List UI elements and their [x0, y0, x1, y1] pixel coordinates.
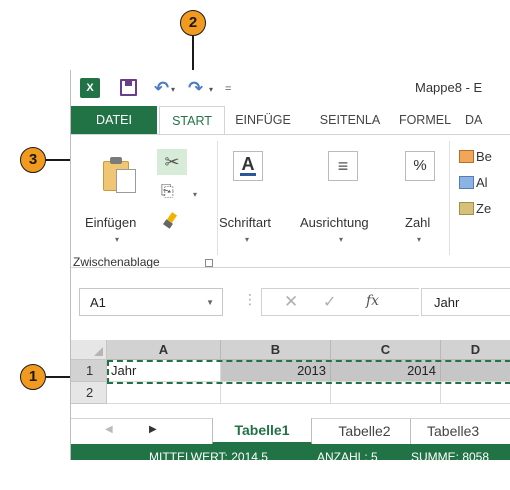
font-icon[interactable]: A — [233, 151, 263, 181]
cell-d1[interactable] — [441, 360, 510, 382]
enter-check-icon[interactable]: ✓ — [323, 292, 336, 312]
cell-b2[interactable] — [221, 382, 331, 404]
excel-window: X ↶ ▾ ↷ ▾ = Mappe8 - E DATEI START EINFÜ… — [70, 70, 510, 460]
title-bar: X ↶ ▾ ↷ ▾ = Mappe8 - E — [71, 70, 510, 106]
cell-d2[interactable] — [441, 382, 510, 404]
sheet-tab-tabelle1[interactable]: Tabelle1 — [212, 418, 312, 445]
number-format-icon[interactable]: % — [405, 151, 435, 181]
styles-item-label: Ze — [476, 201, 492, 216]
callout-3: 3 — [20, 147, 46, 173]
row-header-2[interactable]: 2 — [71, 382, 107, 404]
formula-input[interactable]: Jahr — [421, 288, 510, 316]
cell-c1[interactable]: 2014 — [331, 360, 441, 382]
ribbon: Einfügen ▾ ✂ ⎘ ▾ Zwischenablage A Schrif… — [71, 134, 510, 269]
clipboard-launcher-icon[interactable] — [205, 259, 213, 267]
ribbon-tabs: DATEI START EINFÜGE SEITENLA FORMEL DA — [71, 106, 510, 135]
ribbon-separator — [217, 141, 218, 255]
cell-a1[interactable]: Jahr — [107, 360, 221, 382]
alignment-button-label[interactable]: Ausrichtung — [300, 215, 369, 230]
paste-button-label[interactable]: Einfügen — [85, 215, 136, 230]
customize-toolbar-icon[interactable]: = — [225, 80, 231, 98]
redo-icon[interactable]: ↷ — [188, 79, 203, 97]
copy-dropdown-icon[interactable]: ▾ — [193, 190, 197, 199]
column-header-c[interactable]: C — [331, 340, 441, 360]
clipboard-group-label: Zwischenablage — [73, 255, 160, 269]
chevron-down-icon[interactable]: ▼ — [206, 298, 214, 307]
styles-item-label: Al — [476, 175, 488, 190]
sheet-tab-tabelle3[interactable]: Tabelle3 — [415, 419, 510, 445]
save-icon[interactable] — [120, 79, 137, 96]
row-header-1[interactable]: 1 — [71, 360, 107, 382]
worksheet-grid: A B C D 1 Jahr 2013 2014 2 — [71, 332, 510, 418]
copy-icon[interactable]: ⎘ — [161, 183, 174, 201]
window-title: Mappe8 - E — [415, 80, 483, 95]
sheet-tab-tabelle2[interactable]: Tabelle2 — [319, 419, 411, 445]
format-painter-icon[interactable] — [163, 213, 179, 229]
number-dropdown-icon[interactable]: ▾ — [417, 235, 421, 244]
formula-bar: A1 ▼ ⋮ ✕ ✓ fx Jahr — [71, 268, 510, 332]
alignment-icon[interactable]: ≡ — [328, 151, 358, 181]
name-box[interactable]: A1 ▼ — [79, 288, 223, 316]
paste-icon[interactable] — [103, 155, 137, 193]
cut-icon[interactable]: ✂ — [157, 149, 187, 175]
undo-dropdown-icon[interactable]: ▾ — [171, 81, 175, 99]
number-button-label[interactable]: Zahl — [405, 215, 430, 230]
formula-bar-resize-handle[interactable]: ⋮ — [243, 291, 257, 308]
tab-file[interactable]: DATEI — [71, 106, 157, 134]
status-average[interactable]: MITTELWERT: 2014,5 — [149, 450, 268, 460]
tab-data[interactable]: DA — [465, 106, 505, 134]
tab-start[interactable]: START — [159, 106, 225, 135]
cell-c2[interactable] — [331, 382, 441, 404]
format-as-table-button[interactable]: Al — [459, 173, 492, 199]
name-box-value: A1 — [90, 295, 106, 310]
cell-b1[interactable]: 2013 — [221, 360, 331, 382]
conditional-formatting-icon — [459, 150, 474, 163]
cancel-icon[interactable]: ✕ — [284, 292, 298, 312]
callout-2: 2 — [180, 10, 206, 36]
status-sum[interactable]: SUMME: 8058 — [411, 450, 489, 460]
status-count[interactable]: ANZAHL: 5 — [317, 450, 378, 460]
paste-dropdown-icon[interactable]: ▾ — [115, 235, 119, 244]
status-bar: MITTELWERT: 2014,5 ANZAHL: 5 SUMME: 8058 — [71, 444, 510, 460]
alignment-dropdown-icon[interactable]: ▾ — [339, 235, 343, 244]
select-all-button[interactable] — [71, 340, 107, 360]
ribbon-separator — [449, 141, 450, 255]
cell-a2[interactable] — [107, 382, 221, 404]
cell-styles-button[interactable]: Ze — [459, 199, 492, 225]
font-dropdown-icon[interactable]: ▾ — [245, 235, 249, 244]
redo-dropdown-icon[interactable]: ▾ — [209, 81, 213, 99]
tab-insert[interactable]: EINFÜGE — [227, 106, 299, 134]
callout-1: 1 — [20, 364, 46, 390]
tab-page-layout[interactable]: SEITENLA — [309, 106, 391, 134]
column-header-d[interactable]: D — [441, 340, 510, 360]
format-as-table-icon — [459, 176, 474, 189]
conditional-formatting-button[interactable]: Be — [459, 147, 492, 173]
styles-item-label: Be — [476, 149, 492, 164]
undo-icon[interactable]: ↶ — [154, 79, 169, 97]
tab-formulas[interactable]: FORMEL — [395, 106, 455, 134]
sheet-nav-next-icon[interactable]: ▶ — [149, 424, 157, 435]
insert-function-icon[interactable]: fx — [366, 293, 379, 309]
cell-styles-icon — [459, 202, 474, 215]
status-bar-fill: MITTELWERT: 2014,5 ANZAHL: 5 SUMME: 8058 — [71, 444, 510, 460]
sheet-tabs-bar: ◀ ▶ Tabelle1 Tabelle2 Tabelle3 — [71, 418, 510, 445]
sheet-nav-prev-icon[interactable]: ◀ — [105, 424, 113, 435]
column-header-b[interactable]: B — [221, 340, 331, 360]
font-button-label[interactable]: Schriftart — [219, 215, 271, 230]
formula-input-value: Jahr — [434, 295, 460, 310]
column-header-a[interactable]: A — [107, 340, 221, 360]
excel-app-icon: X — [80, 78, 100, 98]
formula-bar-buttons: ✕ ✓ fx — [261, 288, 419, 316]
styles-list: Be Al Ze — [459, 147, 492, 225]
